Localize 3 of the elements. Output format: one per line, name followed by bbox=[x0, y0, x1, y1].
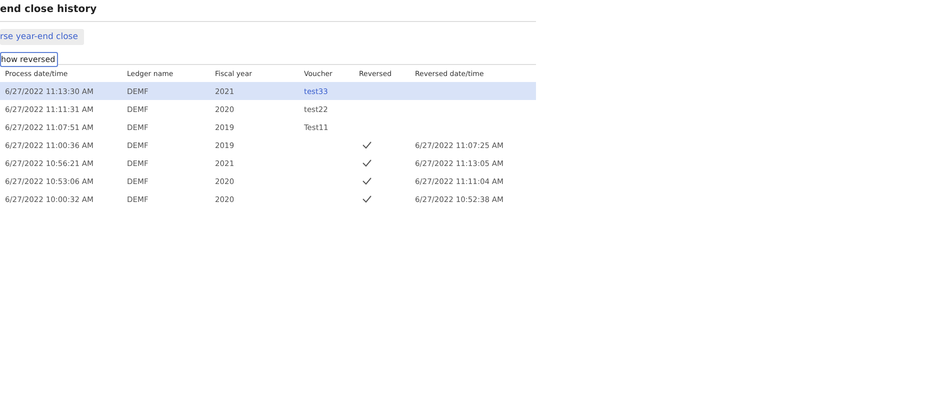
page-title: end close history bbox=[0, 0, 536, 22]
reverse-button[interactable]: rse year-end close bbox=[0, 29, 84, 45]
show-reversed-toggle[interactable]: how reversed bbox=[0, 52, 58, 67]
